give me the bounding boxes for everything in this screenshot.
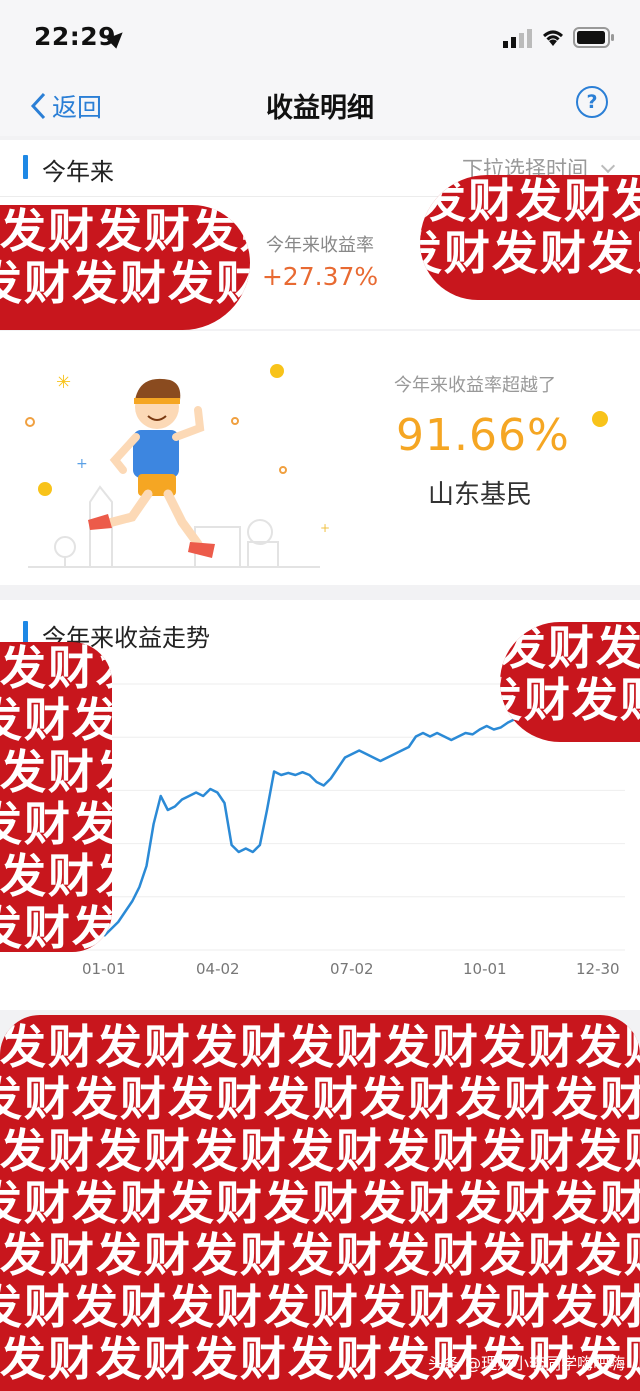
x-tick-label: 10-01 xyxy=(463,960,507,978)
svg-text:+: + xyxy=(76,456,88,472)
section-accent-bar xyxy=(23,155,28,179)
watermark-top-right: 发财发财发财发财发财发财发财发财发财发财 发财发财发财发财发财发财发财发财发财发… xyxy=(420,175,640,300)
watermark-top-left: 发财发财发财发财发财发财发财发财发财发财 发财发财发财发财发财发财发财发财发财发… xyxy=(0,205,250,330)
page-title: 收益明细 xyxy=(266,93,374,124)
watermark-chart-left: 发财发财发财发财发财发财发财发财发财发财 发财发财发财发财发财发财发财发财发财发… xyxy=(0,642,112,952)
svg-text:+: + xyxy=(320,521,330,535)
x-tick-label: 04-02 xyxy=(196,960,240,978)
footer-credit: 头条 @理财小李同学嗨吧嗨 xyxy=(428,1354,626,1373)
signal-icon xyxy=(503,28,533,52)
help-icon[interactable]: ? xyxy=(576,86,608,118)
runner-illustration: + + ✳ xyxy=(25,364,330,568)
x-tick-label: 07-02 xyxy=(330,960,374,978)
svg-text:✳: ✳ xyxy=(56,372,71,393)
x-tick-label: 01-01 xyxy=(82,960,126,978)
rank-label: 今年来收益率超越了 xyxy=(394,375,556,396)
coin-icon xyxy=(592,411,608,427)
trend-line xyxy=(103,714,621,937)
battery-icon xyxy=(573,27,615,53)
x-tick-label: 12-30 xyxy=(576,960,620,978)
period-title: 今年来 xyxy=(42,158,114,186)
watermark-chart-right: 发财发财发财发财发财发财发财发财发财发财 发财发财发财发财发财发财发财发财发财发… xyxy=(500,622,640,742)
chevron-down-icon xyxy=(600,158,615,174)
wifi-icon xyxy=(540,26,566,52)
rank-percent: 91.66% xyxy=(396,410,570,461)
status-time: 22:29 xyxy=(34,22,117,51)
watermark-bottom: 发财发财发财发财发财发财发财发财发财发财 发财发财发财发财发财发财发财发财发财发… xyxy=(0,1015,640,1391)
rank-group: 山东基民 xyxy=(428,480,533,510)
